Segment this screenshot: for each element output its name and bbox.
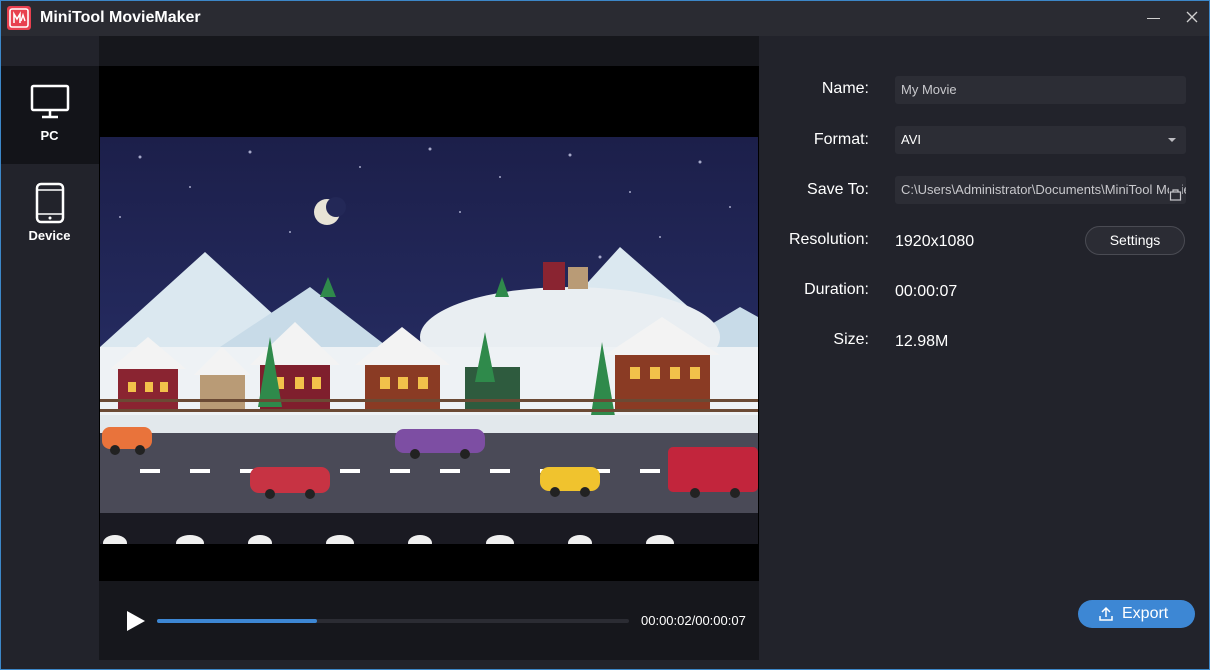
playback-controls: 00:00:02/00:00:07	[99, 581, 759, 660]
moviemaker-logo-icon	[7, 6, 31, 30]
duration-label: Duration:	[804, 281, 869, 298]
settings-button[interactable]: Settings	[1085, 226, 1185, 255]
export-target-sidebar: PC Device	[0, 36, 99, 670]
save-to-label: Save To:	[807, 181, 869, 198]
export-label: Export	[1122, 605, 1169, 622]
size-value: 12.98M	[895, 333, 949, 350]
close-icon	[1186, 11, 1198, 23]
export-icon	[1099, 606, 1113, 621]
save-to-field[interactable]: C:\Users\Administrator\Documents\MiniToo…	[895, 176, 1186, 204]
minimize-button[interactable]	[1140, 4, 1168, 32]
format-select[interactable]: AVI	[895, 126, 1186, 154]
monitor-icon	[30, 84, 70, 119]
video-frame	[100, 137, 758, 544]
close-button[interactable]	[1178, 4, 1206, 32]
video-preview	[99, 36, 759, 660]
progress-fill	[157, 619, 317, 623]
chevron-down-icon	[1168, 138, 1176, 142]
play-button[interactable]	[125, 609, 147, 633]
size-label: Size:	[833, 331, 869, 348]
format-label: Format:	[813, 131, 869, 148]
sidebar-item-device[interactable]: Device	[0, 166, 99, 264]
sidebar-item-label: PC	[40, 128, 59, 143]
play-icon	[127, 611, 145, 631]
format-value: AVI	[901, 132, 921, 147]
sidebar-item-pc[interactable]: PC	[0, 66, 99, 164]
name-label: Name:	[821, 80, 869, 97]
app-title: MiniTool MovieMaker	[40, 9, 201, 26]
smartphone-icon	[35, 182, 65, 224]
name-field[interactable]: My Movie	[895, 76, 1186, 104]
winter-village-scene	[100, 137, 758, 544]
sidebar-item-label: Device	[28, 228, 71, 243]
time-readout: 00:00:02/00:00:07	[641, 613, 746, 628]
export-settings-panel: Name: My Movie Format: AVI Save To: C:\U…	[759, 36, 1210, 670]
export-button[interactable]: Export	[1078, 600, 1195, 628]
resolution-label: Resolution:	[788, 231, 869, 248]
folder-icon[interactable]	[1169, 183, 1182, 201]
title-bar: MiniTool MovieMaker	[0, 0, 1210, 36]
duration-value: 00:00:07	[895, 283, 958, 300]
preview-header	[99, 36, 759, 66]
progress-slider[interactable]	[157, 619, 629, 623]
save-to-path: C:\Users\Administrator\Documents\MiniToo…	[901, 182, 1186, 197]
resolution-value: 1920x1080	[895, 233, 975, 250]
